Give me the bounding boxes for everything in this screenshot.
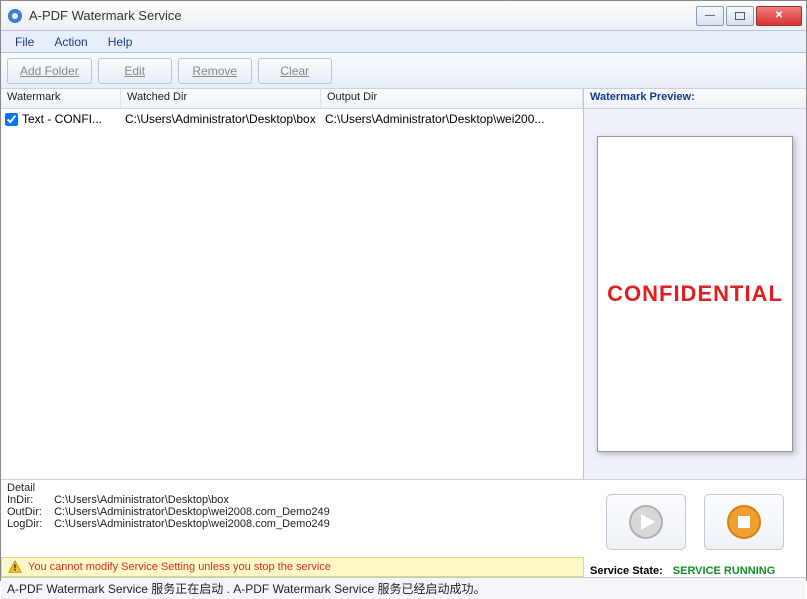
warning-state-row: You cannot modify Service Setting unless…: [1, 557, 806, 577]
cell-output-dir: C:\Users\Administrator\Desktop\wei200...: [321, 112, 583, 126]
edit-button[interactable]: Edit: [98, 58, 172, 84]
status-text: A-PDF Watermark Service 服务正在启动 . A-PDF W…: [7, 580, 485, 597]
outdir-value: C:\Users\Administrator\Desktop\wei2008.c…: [54, 506, 330, 518]
bottom-panel: Detail InDir: C:\Users\Administrator\Des…: [1, 479, 806, 557]
add-folder-button[interactable]: Add Folder: [7, 58, 92, 84]
stop-button[interactable]: [704, 494, 784, 550]
preview-pane: Watermark Preview: CONFIDENTIAL: [584, 89, 806, 479]
cell-watched-dir: C:\Users\Administrator\Desktop\box: [121, 112, 321, 126]
column-watermark[interactable]: Watermark: [1, 89, 121, 108]
service-state-label: Service State:: [590, 565, 663, 577]
row-checkbox[interactable]: [5, 113, 18, 126]
detail-title: Detail: [7, 482, 578, 494]
close-button[interactable]: ✕: [756, 6, 802, 26]
minimize-button[interactable]: ―: [696, 6, 724, 26]
service-state-value: SERVICE RUNNING: [673, 565, 775, 577]
warning-strip: You cannot modify Service Setting unless…: [1, 557, 584, 577]
play-icon: [628, 504, 664, 540]
column-output-dir[interactable]: Output Dir: [321, 89, 583, 108]
watermark-text: CONFIDENTIAL: [607, 281, 783, 307]
toolbar: Add Folder Edit Remove Clear: [1, 53, 806, 89]
window-title: A-PDF Watermark Service: [29, 8, 694, 23]
warning-text: You cannot modify Service Setting unless…: [28, 561, 331, 573]
column-watched-dir[interactable]: Watched Dir: [121, 89, 321, 108]
warning-icon: [8, 560, 22, 574]
indir-value: C:\Users\Administrator\Desktop\box: [54, 494, 229, 506]
preview-page: CONFIDENTIAL: [597, 136, 793, 452]
service-state: Service State: SERVICE RUNNING: [584, 565, 806, 577]
preview-title: Watermark Preview:: [584, 89, 806, 109]
title-bar: A-PDF Watermark Service ― ✕: [1, 1, 806, 31]
table-header: Watermark Watched Dir Output Dir: [1, 89, 583, 109]
remove-button[interactable]: Remove: [178, 58, 252, 84]
clear-button[interactable]: Clear: [258, 58, 332, 84]
menu-action[interactable]: Action: [44, 33, 97, 51]
menu-bar: File Action Help: [1, 31, 806, 53]
service-controls: [584, 480, 806, 557]
cell-watermark: Text - CONFI...: [22, 112, 102, 126]
status-bar: A-PDF Watermark Service 服务正在启动 . A-PDF W…: [1, 577, 806, 599]
outdir-label: OutDir:: [7, 506, 51, 518]
window-controls: ― ✕: [694, 6, 802, 26]
preview-body: CONFIDENTIAL: [584, 109, 806, 479]
menu-file[interactable]: File: [5, 33, 44, 51]
detail-panel: Detail InDir: C:\Users\Administrator\Des…: [1, 480, 584, 557]
menu-help[interactable]: Help: [98, 33, 143, 51]
maximize-button[interactable]: [726, 6, 754, 26]
main-area: Watermark Watched Dir Output Dir Text - …: [1, 89, 806, 479]
table-body[interactable]: Text - CONFI... C:\Users\Administrator\D…: [1, 109, 583, 479]
table-pane: Watermark Watched Dir Output Dir Text - …: [1, 89, 584, 479]
logdir-label: LogDir:: [7, 518, 51, 530]
play-button[interactable]: [606, 494, 686, 550]
indir-label: InDir:: [7, 494, 51, 506]
table-row[interactable]: Text - CONFI... C:\Users\Administrator\D…: [1, 109, 583, 129]
stop-icon: [726, 504, 762, 540]
logdir-value: C:\Users\Administrator\Desktop\wei2008.c…: [54, 518, 330, 530]
app-icon: [7, 8, 23, 24]
